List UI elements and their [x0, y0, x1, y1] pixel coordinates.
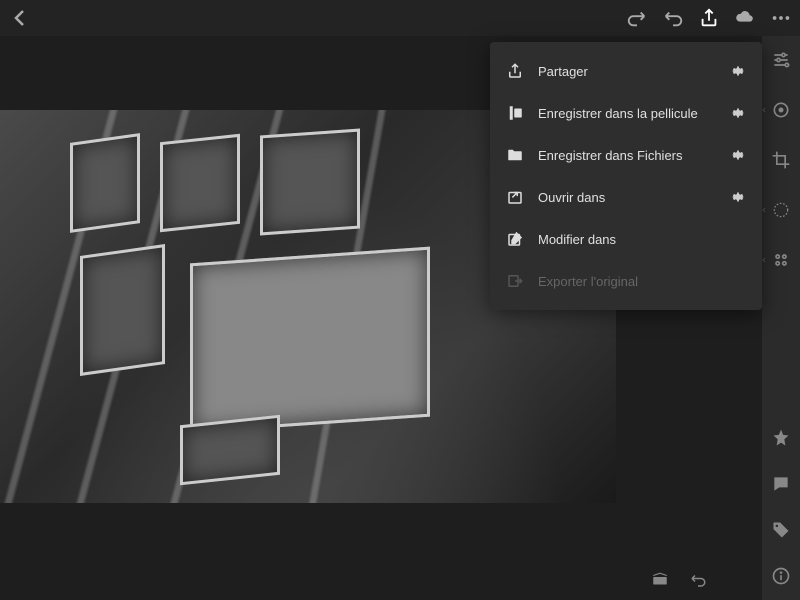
open-in-icon [506, 188, 524, 206]
share-menu: Partager Enregistrer dans la pellicule E… [490, 42, 762, 310]
gear-icon[interactable] [730, 105, 746, 121]
cloud-icon[interactable] [734, 7, 756, 29]
topbar-actions [626, 7, 792, 29]
sliders-icon[interactable] [771, 50, 791, 70]
menu-item-label: Modifier dans [538, 232, 746, 247]
edit-in-icon [506, 230, 524, 248]
menu-item-camera-roll[interactable]: Enregistrer dans la pellicule [490, 92, 762, 134]
menu-item-label: Ouvrir dans [538, 190, 716, 205]
menu-item-label: Enregistrer dans la pellicule [538, 106, 716, 121]
menu-item-label: Partager [538, 64, 716, 79]
gear-icon[interactable] [730, 147, 746, 163]
star-icon[interactable] [771, 428, 791, 448]
redo-icon[interactable] [626, 7, 648, 29]
healing-icon[interactable] [771, 100, 791, 120]
menu-item-share[interactable]: Partager [490, 50, 762, 92]
filmstrip-icon [506, 104, 524, 122]
menu-item-label: Exporter l'original [538, 274, 746, 289]
info-icon[interactable] [771, 566, 791, 586]
menu-item-edit-in[interactable]: Modifier dans [490, 218, 762, 260]
crop-icon[interactable] [771, 150, 791, 170]
share-icon[interactable] [698, 7, 720, 29]
undo-icon[interactable] [662, 7, 684, 29]
back-button[interactable] [8, 6, 32, 30]
tag-icon[interactable] [771, 520, 791, 540]
radial-icon[interactable] [771, 200, 791, 220]
reset-icon[interactable] [688, 571, 708, 589]
right-panel [762, 36, 800, 600]
export-icon [506, 272, 524, 290]
presets-icon[interactable] [771, 250, 791, 270]
folder-icon [506, 146, 524, 164]
bottom-toolbar [0, 566, 724, 594]
gear-icon[interactable] [730, 63, 746, 79]
menu-item-export-original: Exporter l'original [490, 260, 762, 302]
menu-item-label: Enregistrer dans Fichiers [538, 148, 716, 163]
menu-item-save-files[interactable]: Enregistrer dans Fichiers [490, 134, 762, 176]
more-icon[interactable] [770, 7, 792, 29]
gear-icon[interactable] [730, 189, 746, 205]
menu-item-open-in[interactable]: Ouvrir dans [490, 176, 762, 218]
filmstrip-toggle-icon[interactable] [650, 571, 670, 589]
comment-icon[interactable] [771, 474, 791, 494]
share-icon [506, 62, 524, 80]
topbar [0, 0, 800, 36]
